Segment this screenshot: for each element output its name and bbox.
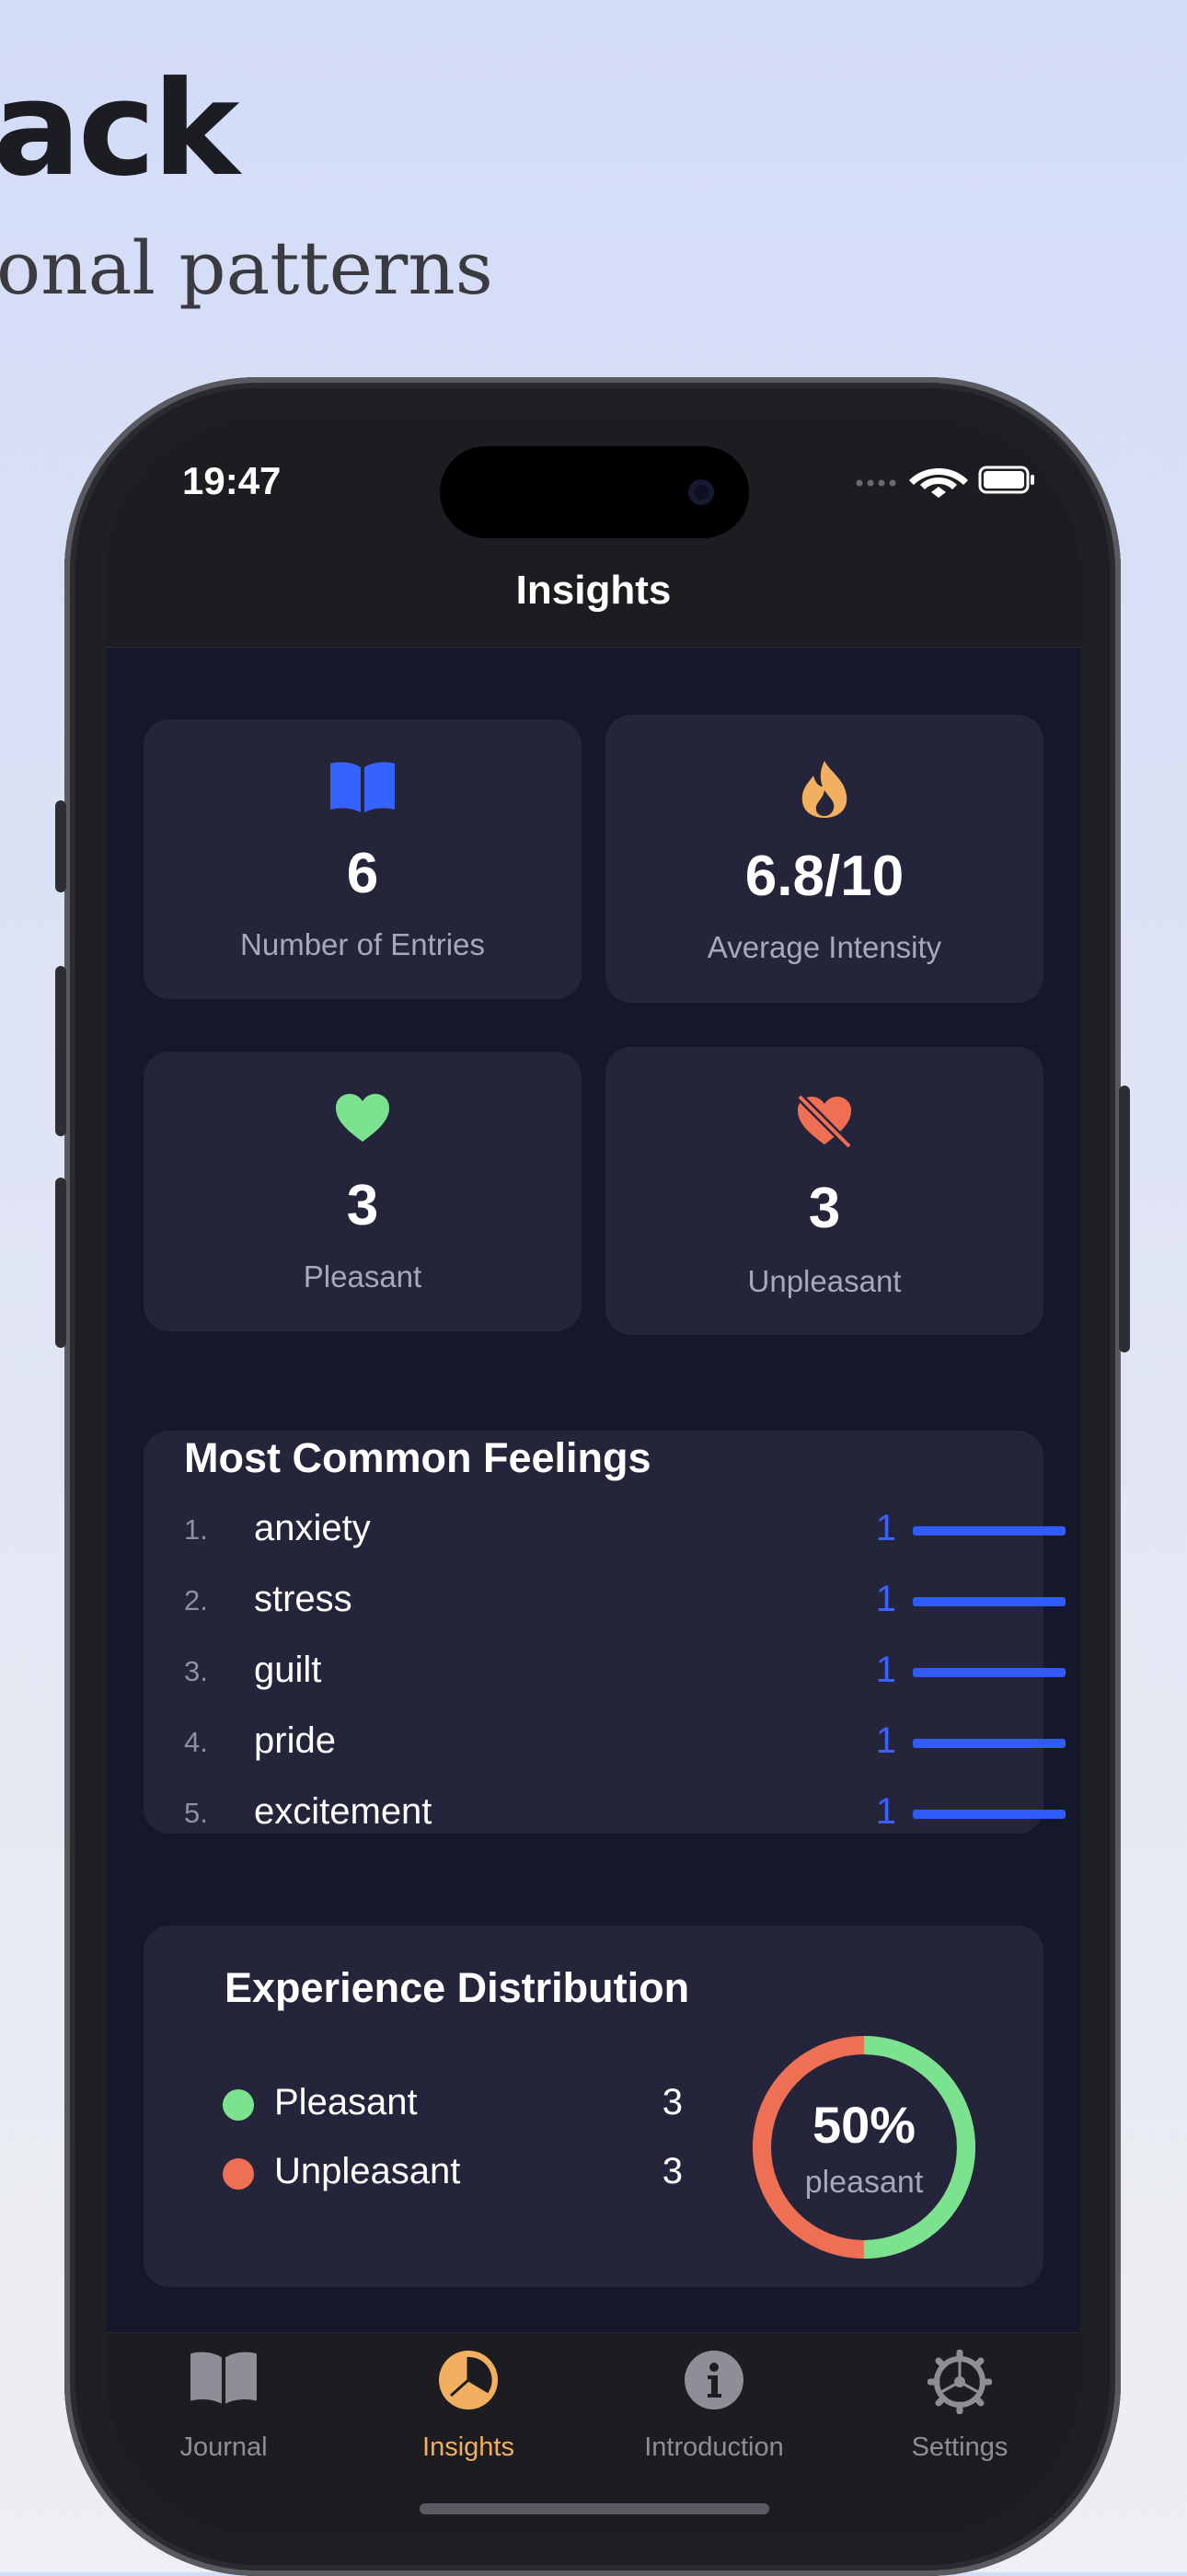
status-indicators xyxy=(856,466,1034,498)
feeling-row: 5. excitement 1 xyxy=(144,1786,1066,1841)
book-icon xyxy=(190,2352,257,2404)
entries-value: 6 xyxy=(346,842,379,905)
intensity-label: Average Intensity xyxy=(707,930,942,964)
tab-insights[interactable]: Insights xyxy=(367,2350,570,2462)
legend-value: 3 xyxy=(662,2082,683,2122)
intensity-card: 6.8/10 Average Intensity xyxy=(605,715,1043,1003)
feeling-bar xyxy=(913,1597,1066,1606)
legend-label: Unpleasant xyxy=(274,2151,461,2191)
feeling-count: 1 xyxy=(875,1791,896,1832)
feeling-name: pride xyxy=(254,1720,336,1761)
tab-introduction[interactable]: Introduction xyxy=(613,2350,815,2462)
promo-subtitle: onal patterns xyxy=(0,225,493,311)
feeling-name: guilt xyxy=(254,1650,322,1690)
unpleasant-label: Unpleasant xyxy=(747,1264,902,1298)
tab-label: Journal xyxy=(179,2432,268,2462)
feeling-row: 3. guilt 1 xyxy=(144,1644,1066,1699)
feeling-count: 1 xyxy=(875,1720,896,1761)
donut-label: pleasant xyxy=(804,2165,924,2200)
feeling-rank: 1. xyxy=(184,1513,208,1546)
page-title: Insights xyxy=(515,568,672,613)
entries-label: Number of Entries xyxy=(240,927,485,961)
pleasant-dot xyxy=(223,2089,254,2121)
feeling-rank: 3. xyxy=(184,1655,208,1687)
common-feelings-title: Most Common Feelings xyxy=(184,1434,651,1481)
promo-title: ack xyxy=(0,53,239,205)
feeling-count: 1 xyxy=(875,1579,896,1619)
camera-icon xyxy=(688,479,714,505)
tab-settings[interactable]: Settings xyxy=(859,2350,1061,2462)
distribution-title: Experience Distribution xyxy=(225,1964,690,2011)
dynamic-island xyxy=(440,446,749,538)
feeling-bar xyxy=(913,1668,1066,1677)
unpleasant-card: 3 Unpleasant xyxy=(605,1047,1043,1335)
volume-down-button xyxy=(55,1178,66,1348)
gear-icon xyxy=(928,2350,992,2414)
heart-slash-icon xyxy=(796,1093,853,1148)
distribution-card: Experience Distribution Pleasant 3 Unple… xyxy=(144,1926,1043,2287)
entries-card: 6 Number of Entries xyxy=(144,719,582,999)
common-feelings-card: Most Common Feelings 1. anxiety 1 2. str… xyxy=(144,1431,1066,1834)
pleasant-label: Pleasant xyxy=(303,1259,422,1294)
feeling-rank: 2. xyxy=(184,1584,208,1616)
pleasant-value: 3 xyxy=(346,1174,379,1237)
feeling-row: 2. stress 1 xyxy=(144,1573,1066,1628)
feeling-count: 1 xyxy=(875,1650,896,1690)
tab-label: Introduction xyxy=(644,2432,784,2462)
feeling-row: 4. pride 1 xyxy=(144,1715,1066,1770)
flame-icon xyxy=(801,761,847,818)
feeling-row: 1. anxiety 1 xyxy=(144,1502,1066,1558)
unpleasant-value: 3 xyxy=(808,1177,841,1240)
feeling-name: stress xyxy=(254,1579,352,1619)
app-screen: Insights 19:47 6 Number of Entries 6.8/1… xyxy=(107,419,1080,2535)
legend-value: 3 xyxy=(662,2151,683,2191)
donut-percent: 50% xyxy=(812,2096,916,2154)
legend-label: Pleasant xyxy=(274,2082,418,2122)
status-time: 19:47 xyxy=(182,459,282,502)
status-bar: 19:47 xyxy=(107,419,1080,538)
wifi-icon xyxy=(909,468,968,498)
feeling-name: excitement xyxy=(254,1791,432,1832)
info-icon xyxy=(685,2351,743,2409)
tab-label: Insights xyxy=(422,2432,514,2462)
heart-icon xyxy=(336,1094,389,1142)
feeling-bar xyxy=(913,1526,1066,1535)
power-button xyxy=(1119,1086,1130,1352)
tab-journal[interactable]: Journal xyxy=(122,2350,325,2462)
action-button xyxy=(55,800,66,892)
volume-up-button xyxy=(55,966,66,1136)
intensity-value: 6.8/10 xyxy=(744,845,905,908)
feeling-bar xyxy=(913,1739,1066,1748)
feeling-name: anxiety xyxy=(254,1508,371,1548)
feeling-rank: 5. xyxy=(184,1797,208,1829)
cellular-signal-icon xyxy=(856,479,896,487)
tab-label: Settings xyxy=(911,2432,1008,2462)
battery-icon xyxy=(978,466,1034,494)
feeling-rank: 4. xyxy=(184,1726,208,1758)
pie-chart-icon xyxy=(439,2351,498,2409)
legend-pleasant: Pleasant 3 xyxy=(223,2078,683,2130)
feeling-count: 1 xyxy=(875,1508,896,1548)
unpleasant-dot xyxy=(223,2158,254,2190)
home-indicator[interactable] xyxy=(420,2503,769,2514)
legend-unpleasant: Unpleasant 3 xyxy=(223,2147,683,2199)
pleasant-card: 3 Pleasant xyxy=(144,1052,582,1331)
feeling-bar xyxy=(913,1810,1066,1819)
donut-chart: 50% pleasant xyxy=(751,2034,977,2260)
book-icon xyxy=(330,762,395,812)
